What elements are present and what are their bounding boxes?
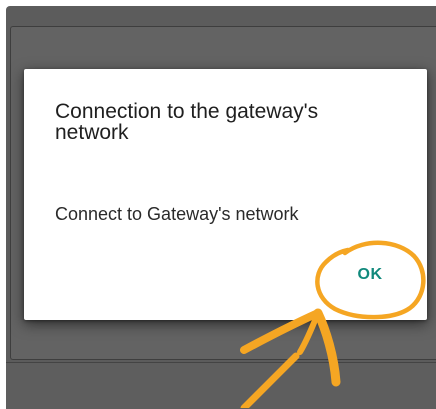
alert-dialog: Connection to the gateway's network Conn… [24, 69, 427, 320]
background-lower-area [6, 362, 436, 409]
dialog-message: Connect to Gateway's network [55, 204, 299, 224]
screen: Connection to the gateway's network Conn… [0, 0, 436, 409]
dialog-title: Connection to the gateway's network [55, 100, 319, 144]
ok-button[interactable]: OK [326, 253, 414, 297]
